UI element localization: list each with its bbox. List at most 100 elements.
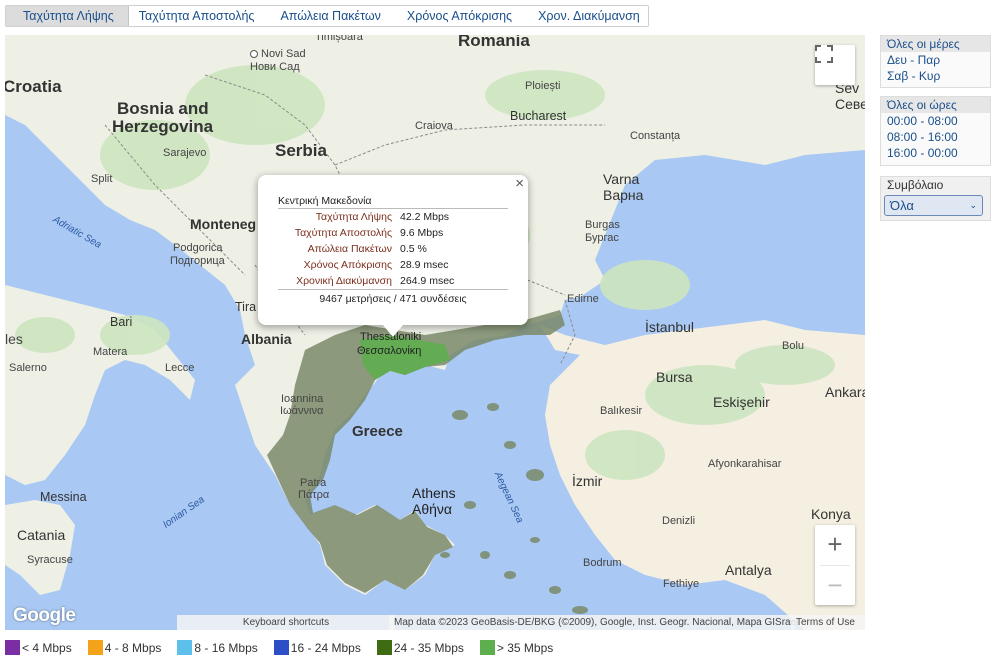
label-les: les bbox=[5, 331, 23, 347]
contract-filter: Συμβόλαιο Όλα ⌄ bbox=[880, 176, 991, 221]
hours-8-16-option[interactable]: 08:00 - 16:00 bbox=[881, 129, 990, 145]
tab-upload-speed[interactable]: Ταχύτητα Αποστολής bbox=[131, 6, 263, 26]
label-sev-cyr: Севе bbox=[835, 96, 865, 112]
label-eskisehir: Eskişehir bbox=[713, 394, 770, 410]
legend-item: > 35 Mbps bbox=[479, 640, 553, 655]
tab-download-speed[interactable]: Ταχύτητα Λήψης bbox=[6, 6, 129, 26]
label-konya: Konya bbox=[811, 506, 851, 522]
label-podgorica: Podgorica bbox=[173, 242, 223, 254]
label-ioannina-gr: Ιωάννινα bbox=[280, 405, 324, 417]
popup-region-name: Κεντρική Μακεδονία bbox=[278, 195, 372, 207]
fullscreen-button[interactable] bbox=[815, 45, 855, 85]
legend-swatch bbox=[5, 640, 20, 655]
label-burgas: Burgas bbox=[585, 219, 620, 231]
contract-select-value: Όλα bbox=[890, 198, 914, 213]
label-bosnia-2: Herzegovina bbox=[112, 117, 214, 136]
popup-summary: 9467 μετρήσεις / 471 συνδέσεις bbox=[319, 293, 467, 305]
days-weekend-option[interactable]: Σαβ - Κυρ bbox=[881, 68, 990, 84]
legend-swatch bbox=[479, 640, 495, 655]
label-messina: Messina bbox=[40, 490, 87, 504]
legend-item: 16 - 24 Mbps bbox=[273, 640, 361, 655]
terms-of-use-link[interactable]: Terms of Use bbox=[791, 615, 865, 630]
label-constanta: Constanța bbox=[630, 130, 681, 142]
table-row: Χρονική Διακύμανση 264.9 msec bbox=[296, 275, 455, 287]
label-serbia: Serbia bbox=[275, 141, 327, 160]
label-varna-cyr: Варна bbox=[603, 187, 644, 203]
days-weekdays-option[interactable]: Δευ - Παρ bbox=[881, 52, 990, 68]
label-albania: Albania bbox=[241, 331, 292, 347]
label-bucharest: Bucharest bbox=[510, 109, 567, 123]
label-bodrum: Bodrum bbox=[583, 557, 622, 569]
map-data-attribution: Map data ©2023 GeoBasis-DE/BKG (©2009), … bbox=[389, 615, 798, 630]
region-info-window: × Κεντρική Μακεδονία Ταχύτητα Λήψης 42.2 … bbox=[258, 175, 528, 337]
label-istanbul: İstanbul bbox=[645, 319, 695, 335]
label-athens-gr: Αθήνα bbox=[412, 501, 453, 517]
label-timisoara: Timișoara bbox=[315, 35, 363, 43]
legend-swatch bbox=[177, 640, 193, 655]
label-bursa: Bursa bbox=[656, 369, 693, 385]
hours-0-8-option[interactable]: 00:00 - 08:00 bbox=[881, 113, 990, 129]
label-ankara: Ankara bbox=[825, 384, 865, 400]
hours-filter: Όλες οι ώρες 00:00 - 08:00 08:00 - 16:00… bbox=[880, 96, 991, 166]
hours-16-0-option[interactable]: 16:00 - 00:00 bbox=[881, 145, 990, 161]
zoom-out-button[interactable]: − bbox=[815, 565, 855, 605]
city-dot-icon bbox=[250, 50, 258, 59]
label-bosnia-1: Bosnia and bbox=[117, 99, 209, 118]
label-craiova: Craiova bbox=[415, 120, 453, 132]
label-varna: Varna bbox=[603, 171, 640, 187]
label-catania: Catania bbox=[17, 527, 66, 543]
label-split: Split bbox=[91, 173, 113, 185]
label-sarajevo: Sarajevo bbox=[163, 147, 207, 159]
keyboard-shortcuts-link[interactable]: Keyboard shortcuts bbox=[177, 615, 395, 630]
hours-all-option[interactable]: Όλες οι ώρες bbox=[881, 97, 990, 113]
label-ploiesti: Ploiești bbox=[525, 80, 561, 92]
label-antalya: Antalya bbox=[725, 562, 772, 578]
legend-item: 4 - 8 Mbps bbox=[87, 640, 161, 655]
contract-label: Συμβόλαιο bbox=[887, 178, 944, 192]
label-bolu: Bolu bbox=[782, 340, 805, 352]
popup-stats-table: Ταχύτητα Λήψης 42.2 Mbps Ταχύτητα Αποστολ… bbox=[278, 208, 508, 290]
legend-swatch bbox=[87, 640, 103, 655]
tab-jitter[interactable]: Χρον. Διακύμανση bbox=[530, 6, 648, 26]
table-row: Απώλεια Πακέτων 0.5 % bbox=[307, 243, 427, 255]
label-romania: Romania bbox=[458, 35, 530, 50]
tab-response-time[interactable]: Χρόνος Απόκρισης bbox=[399, 6, 520, 26]
label-fethiye: Fethiye bbox=[663, 578, 700, 590]
label-novi-sad-cyr: Нови Сад bbox=[250, 61, 300, 73]
fullscreen-icon bbox=[815, 45, 833, 63]
table-row: Ταχύτητα Αποστολής 9.6 Mbps bbox=[294, 227, 444, 239]
label-thessaloniki-gr: Θεσσαλονίκη bbox=[357, 345, 422, 357]
legend-item: < 4 Mbps bbox=[5, 640, 72, 655]
label-balikesir: Balıkesir bbox=[600, 405, 643, 417]
label-novi-sad: Novi Sad bbox=[250, 48, 306, 60]
label-burgas-cyr: Бургас bbox=[585, 232, 619, 244]
label-bari: Bari bbox=[110, 315, 133, 329]
google-logo: Google bbox=[13, 605, 76, 626]
close-icon[interactable]: × bbox=[515, 175, 524, 192]
label-ioannina: Ioannina bbox=[281, 393, 324, 405]
legend-swatch bbox=[376, 640, 392, 655]
metric-tabs: Ταχύτητα Λήψης Ταχύτητα Αποστολής Απώλει… bbox=[5, 5, 649, 27]
label-patra: Patra bbox=[300, 477, 327, 489]
label-montenegro: Monteneg bbox=[190, 216, 257, 232]
legend-item: 24 - 35 Mbps bbox=[376, 640, 464, 655]
label-matera: Matera bbox=[93, 346, 128, 358]
days-all-option[interactable]: Όλες οι μέρες bbox=[881, 36, 990, 52]
contract-select[interactable]: Όλα ⌄ bbox=[884, 195, 983, 216]
label-greece: Greece bbox=[352, 423, 403, 440]
zoom-control: + − bbox=[815, 525, 855, 605]
label-syracuse: Syracuse bbox=[27, 554, 73, 566]
label-denizli: Denizli bbox=[662, 515, 696, 527]
label-izmir: İzmir bbox=[572, 473, 603, 489]
tab-packet-loss[interactable]: Απώλεια Πακέτων bbox=[272, 6, 388, 26]
label-croatia: Croatia bbox=[5, 77, 62, 96]
label-tirana: Tira bbox=[235, 300, 257, 314]
zoom-in-button[interactable]: + bbox=[815, 525, 855, 565]
label-lecce: Lecce bbox=[165, 362, 195, 374]
days-filter: Όλες οι μέρες Δευ - Παρ Σαβ - Κυρ bbox=[880, 35, 991, 88]
table-row: Χρόνος Απόκρισης 28.9 msec bbox=[303, 259, 449, 271]
chevron-down-icon: ⌄ bbox=[969, 200, 977, 210]
speed-legend: < 4 Mbps 4 - 8 Mbps 8 - 16 Mbps 16 - 24 … bbox=[5, 640, 569, 655]
label-edirne: Edirne bbox=[567, 293, 599, 305]
map[interactable]: Croatia Bosnia and Herzegovina Novi Sad … bbox=[5, 35, 865, 630]
